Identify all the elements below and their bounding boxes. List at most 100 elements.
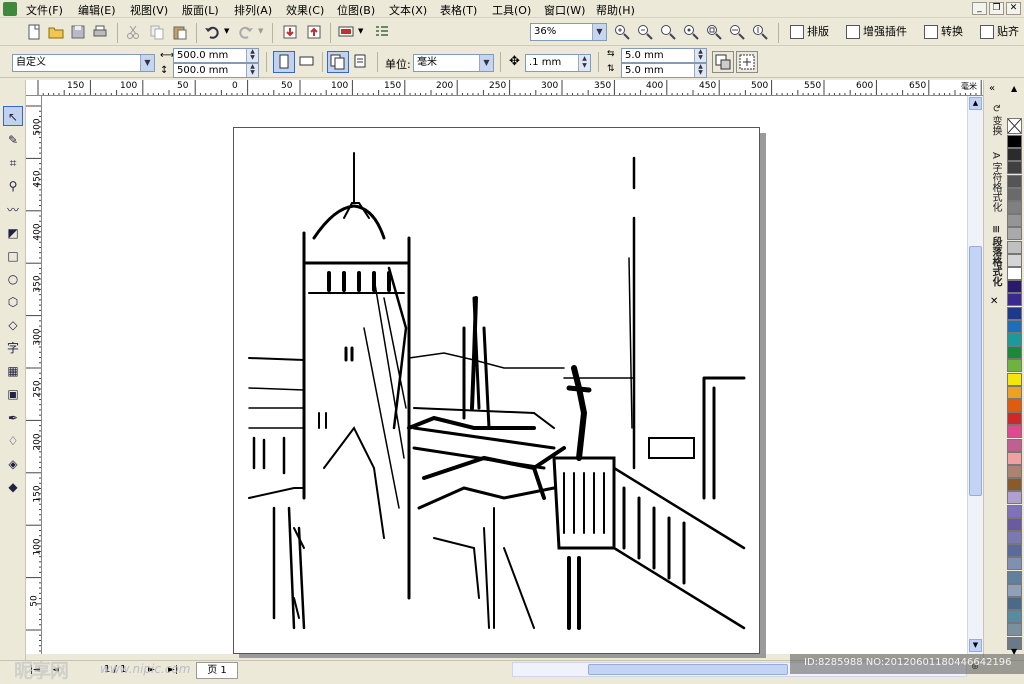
copy-icon[interactable] <box>149 24 165 40</box>
doc-restore-button[interactable]: ❐ <box>989 2 1004 15</box>
docker-tab-transform[interactable]: ↻ 变换 <box>987 104 1003 136</box>
menu-help[interactable]: 帮助(H) <box>596 2 635 18</box>
color-swatch[interactable] <box>1007 148 1022 162</box>
redo-dropdown-icon[interactable]: ▼ <box>258 27 263 35</box>
color-swatch[interactable] <box>1007 504 1022 518</box>
color-swatch[interactable] <box>1007 214 1022 228</box>
doc-minimize-button[interactable]: _ <box>972 2 987 15</box>
color-swatch[interactable] <box>1007 465 1022 478</box>
menu-arrange[interactable]: 排列(A) <box>234 2 272 18</box>
menu-tools[interactable]: 工具(O) <box>492 2 531 18</box>
freehand-tool-icon[interactable]: 〰 <box>3 200 23 220</box>
color-swatch[interactable] <box>1007 610 1022 624</box>
paste-icon[interactable] <box>172 24 188 40</box>
zoom-all-objects-icon[interactable] <box>683 24 699 40</box>
docker-tab-character[interactable]: A 字符格式化 <box>987 152 1003 212</box>
color-swatch[interactable] <box>1007 240 1022 254</box>
menu-edit[interactable]: 编辑(E) <box>78 2 116 18</box>
interactive-fill-tool-icon[interactable]: ◆ <box>3 477 23 497</box>
color-swatch[interactable] <box>1007 544 1022 558</box>
color-swatch[interactable] <box>1007 491 1022 505</box>
crop-tool-icon[interactable]: ⌗ <box>3 153 23 173</box>
eyedropper-tool-icon[interactable]: ✒ <box>3 408 23 428</box>
color-swatch[interactable] <box>1007 135 1022 148</box>
color-swatch[interactable] <box>1007 425 1022 439</box>
docker-collapse-icon[interactable]: « <box>989 83 995 94</box>
menu-layout[interactable]: 版面(L) <box>182 2 219 18</box>
color-swatch[interactable] <box>1007 478 1022 492</box>
vertical-ruler[interactable]: 500 450 400 350 300 250 200 150 100 50 <box>26 96 42 654</box>
rectangle-tool-icon[interactable]: □ <box>3 246 23 266</box>
all-pages-button[interactable] <box>327 51 349 73</box>
color-swatch[interactable] <box>1007 187 1022 201</box>
snap-button[interactable]: 贴齐 <box>980 23 1019 39</box>
menu-view[interactable]: 视图(V) <box>130 2 168 18</box>
layout-button[interactable]: 排版 <box>790 23 829 39</box>
color-swatch[interactable] <box>1007 557 1022 571</box>
color-swatch[interactable] <box>1007 412 1022 426</box>
undo-icon[interactable] <box>204 24 220 40</box>
smart-fill-tool-icon[interactable]: ◩ <box>3 223 23 243</box>
menu-window[interactable]: 窗口(W) <box>544 2 585 18</box>
undo-dropdown-icon[interactable]: ▼ <box>224 27 229 35</box>
horizontal-scroll-thumb[interactable] <box>588 664 788 675</box>
docker-tab-paragraph[interactable]: ≡ 段落格式化 <box>987 225 1003 287</box>
color-swatch[interactable] <box>1007 372 1022 386</box>
zoom-tool-icon[interactable]: ⚲ <box>3 176 23 196</box>
palette-scroll-up-icon[interactable]: ▲ <box>1011 84 1017 93</box>
drawing-page[interactable] <box>233 127 760 654</box>
no-fill-swatch[interactable] <box>1007 118 1022 134</box>
new-icon[interactable] <box>26 24 42 40</box>
menu-bitmaps[interactable]: 位图(B) <box>337 2 375 18</box>
zoom-selected-icon[interactable] <box>660 24 676 40</box>
vertical-scrollbar[interactable]: ▲ ▼ <box>967 96 983 654</box>
color-swatch[interactable] <box>1007 570 1022 584</box>
basic-shapes-tool-icon[interactable]: ◇ <box>3 315 23 335</box>
city-sketch-artwork[interactable] <box>234 128 759 653</box>
color-swatch[interactable] <box>1007 597 1022 610</box>
zoom-in-icon[interactable] <box>614 24 630 40</box>
spin-icon[interactable]: ▲ ▼ <box>694 64 706 77</box>
color-swatch[interactable] <box>1007 359 1022 373</box>
menu-text[interactable]: 文本(X) <box>389 2 427 18</box>
fill-tool-icon[interactable]: ◈ <box>3 454 23 474</box>
spin-icon[interactable]: ▲ ▼ <box>246 64 258 77</box>
outline-tool-icon[interactable]: ♢ <box>3 431 23 451</box>
cut-icon[interactable] <box>125 24 141 40</box>
pick-tool-icon[interactable]: ↖ <box>3 106 23 126</box>
color-swatch[interactable] <box>1007 227 1022 241</box>
spin-icon[interactable]: ▲ ▼ <box>694 49 706 62</box>
open-icon[interactable] <box>48 24 64 40</box>
save-icon[interactable] <box>70 24 86 40</box>
welcome-screen-icon[interactable] <box>374 24 390 40</box>
text-tool-icon[interactable]: 字 <box>3 338 23 358</box>
current-page-button[interactable] <box>351 51 373 73</box>
color-swatch[interactable] <box>1007 293 1022 307</box>
color-swatch[interactable] <box>1007 174 1022 188</box>
shape-tool-icon[interactable]: ✎ <box>3 130 23 150</box>
doc-close-button[interactable]: ✕ <box>1006 2 1021 15</box>
color-swatch[interactable] <box>1007 267 1022 280</box>
landscape-button[interactable] <box>297 51 319 73</box>
scroll-up-icon[interactable]: ▲ <box>969 97 982 110</box>
zoom-page-width-icon[interactable] <box>729 24 745 40</box>
zoom-page-height-icon[interactable] <box>752 24 768 40</box>
color-swatch[interactable] <box>1007 399 1022 412</box>
color-swatch[interactable] <box>1007 517 1022 531</box>
color-swatch[interactable] <box>1007 253 1022 267</box>
duplicate-distance-x-input[interactable]: 5.0 mm ▲ ▼ <box>621 48 707 63</box>
export-icon[interactable] <box>306 24 322 40</box>
color-swatch[interactable] <box>1007 306 1022 320</box>
color-swatch[interactable] <box>1007 583 1022 597</box>
zoom-level-select[interactable]: 36% ▼ <box>530 23 607 41</box>
interactive-blend-tool-icon[interactable]: ▣ <box>3 384 23 404</box>
convert-button[interactable]: 转换 <box>924 23 963 39</box>
spin-icon[interactable]: ▲ ▼ <box>578 55 590 71</box>
color-swatch[interactable] <box>1007 346 1022 360</box>
color-swatch[interactable] <box>1007 280 1022 294</box>
color-swatch[interactable] <box>1007 531 1022 544</box>
color-swatch[interactable] <box>1007 333 1022 346</box>
paper-type-select[interactable]: 自定义 ▼ <box>12 54 155 72</box>
portrait-button[interactable] <box>273 51 295 73</box>
nudge-distance-input[interactable]: .1 mm ▲ ▼ <box>525 54 591 72</box>
